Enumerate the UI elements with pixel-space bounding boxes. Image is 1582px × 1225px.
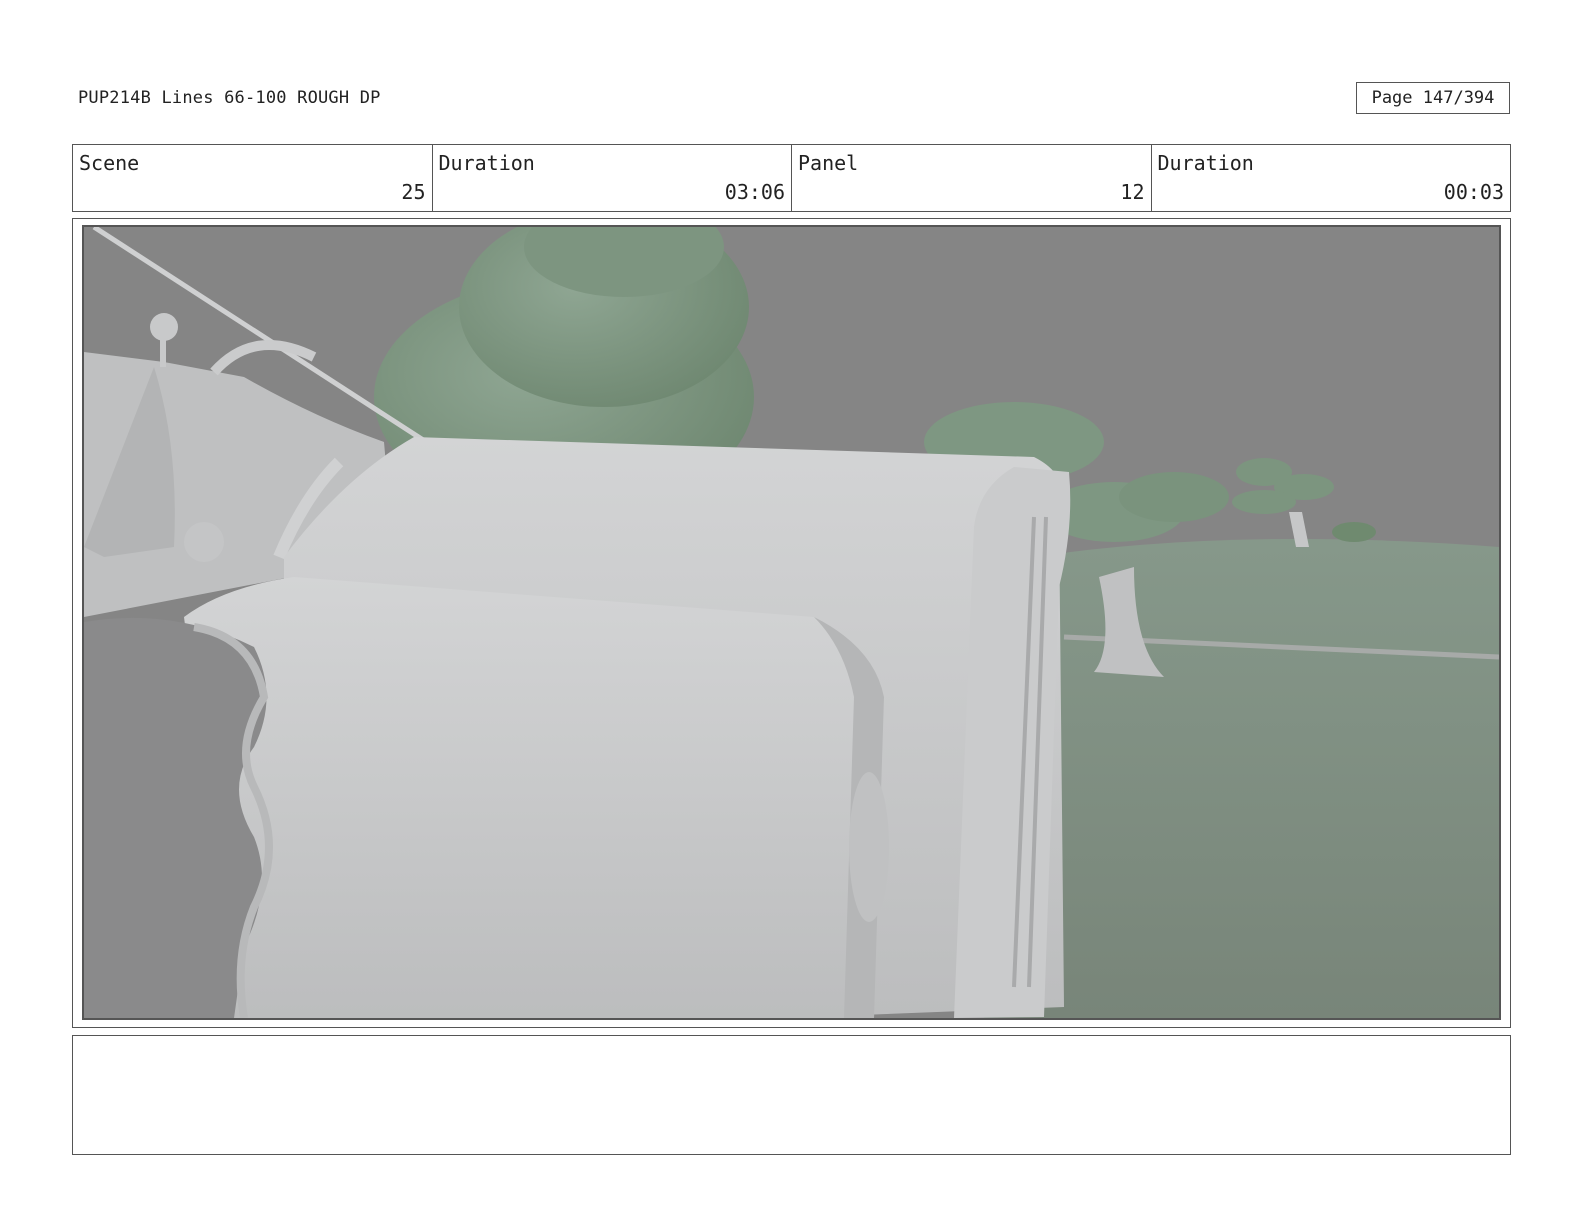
- render-illustration: [84, 227, 1499, 1018]
- scene-cell: Scene 25: [73, 145, 433, 211]
- scene-duration-label: Duration: [438, 151, 535, 175]
- storyboard-frame: [72, 218, 1511, 1028]
- notes-box: [72, 1035, 1511, 1155]
- panel-cell: Panel 12: [792, 145, 1152, 211]
- headlight: [849, 772, 889, 922]
- panel-label: Panel: [798, 151, 859, 175]
- truck-front-fender: [184, 577, 884, 1018]
- document-title: PUP214B Lines 66-100 ROUGH DP: [78, 88, 381, 108]
- panel-duration-cell: Duration 00:03: [1152, 145, 1511, 211]
- page-number: Page 147/394: [1356, 82, 1510, 114]
- scene-duration-value: 03:06: [724, 180, 785, 204]
- panel-duration-value: 00:03: [1443, 180, 1504, 204]
- panel-info-row: Scene 25 Duration 03:06 Panel 12 Duratio…: [72, 144, 1511, 212]
- panel-value: 12: [1120, 180, 1145, 204]
- scene-duration-cell: Duration 03:06: [433, 145, 792, 211]
- truck-tire: [84, 617, 273, 1018]
- storyboard-image: [82, 225, 1501, 1020]
- panel-duration-label: Duration: [1157, 151, 1254, 175]
- scene-value: 25: [401, 180, 426, 204]
- scene-label: Scene: [79, 151, 140, 175]
